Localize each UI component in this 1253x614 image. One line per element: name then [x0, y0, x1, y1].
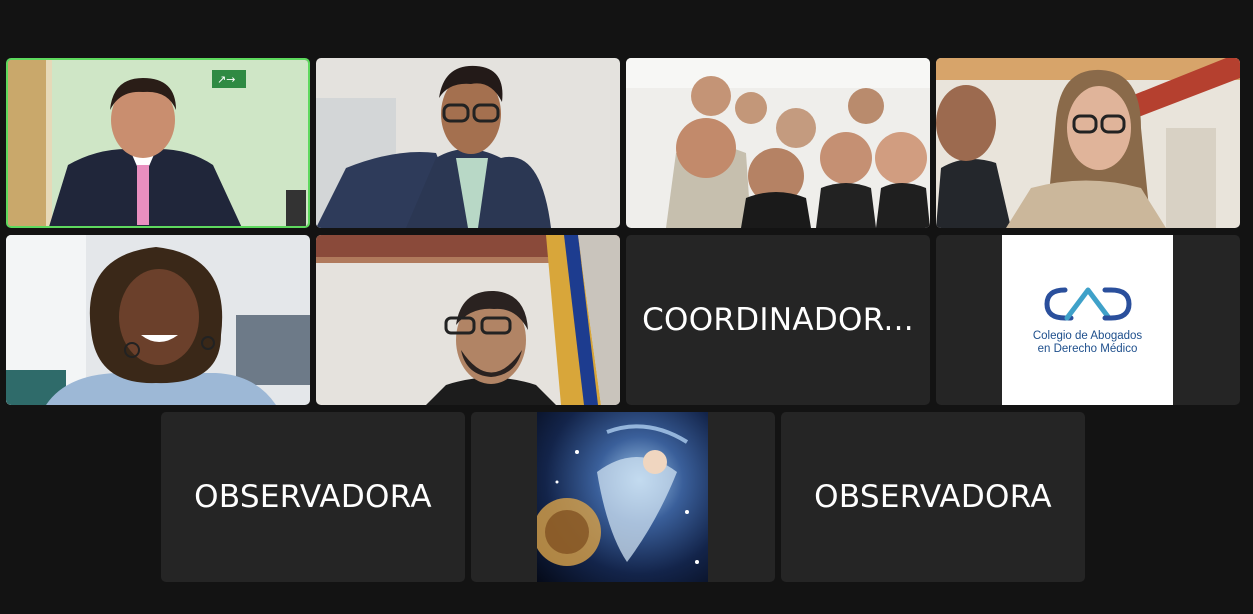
video-tile[interactable] — [936, 58, 1240, 228]
name-tile[interactable]: OBSERVADORA — [161, 412, 465, 582]
video-tile[interactable] — [626, 58, 930, 228]
video-tile[interactable] — [316, 58, 620, 228]
video-tile[interactable] — [316, 235, 620, 405]
profile-picture — [537, 412, 708, 582]
participant-video — [626, 58, 930, 228]
participant-video: ↗→ — [8, 60, 308, 226]
participant-video — [6, 235, 310, 405]
logo-text-line-1: Colegio de Abogados — [1032, 330, 1143, 342]
cad-logo-icon — [1043, 287, 1132, 321]
organization-logo: Colegio de Abogados en Derecho Médico — [1002, 235, 1173, 405]
avatar-tile[interactable] — [471, 412, 775, 582]
video-tile-active-speaker[interactable]: ↗→ — [6, 58, 310, 228]
name-tile[interactable]: COORDINADOR... — [626, 235, 930, 405]
participant-video — [936, 58, 1240, 228]
logo-text-line-2: en Derecho Médico — [1037, 343, 1138, 355]
participant-name: OBSERVADORA — [814, 479, 1052, 515]
svg-text:↗→: ↗→ — [217, 73, 235, 86]
logo-tile[interactable]: Colegio de Abogados en Derecho Médico — [936, 235, 1240, 405]
participant-video — [316, 58, 620, 228]
participant-name: OBSERVADORA — [194, 479, 432, 515]
participant-name: COORDINADOR... — [642, 302, 914, 338]
video-tile[interactable] — [6, 235, 310, 405]
participant-video — [316, 235, 620, 405]
name-tile[interactable]: OBSERVADORA — [781, 412, 1085, 582]
